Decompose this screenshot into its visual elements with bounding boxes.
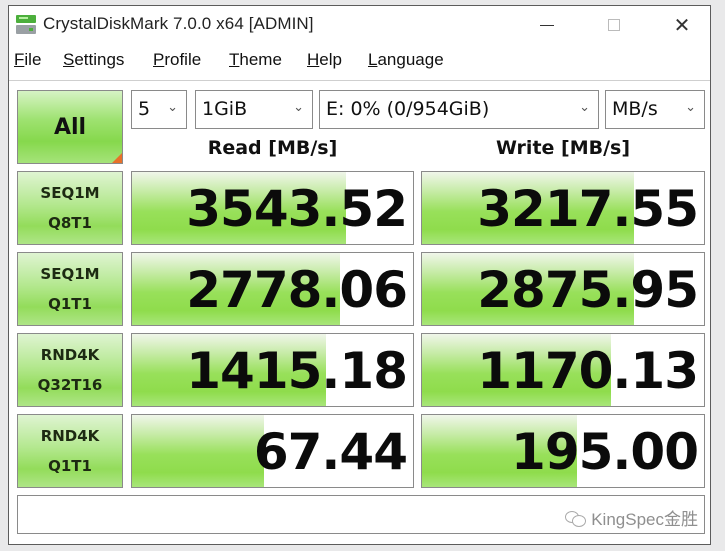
maximize-button[interactable] — [591, 6, 637, 44]
test-button-seq1m-q1t1[interactable]: SEQ1M Q1T1 — [17, 252, 123, 326]
minimize-button[interactable] — [524, 6, 570, 44]
read-bar — [132, 415, 265, 487]
chevron-down-icon: ⌄ — [167, 100, 178, 115]
write-result-rnd4k-q1t1: 195.00 — [421, 414, 705, 488]
close-button[interactable]: ✕ — [659, 6, 705, 44]
corner-indicator-icon — [112, 153, 122, 163]
menu-separator — [9, 80, 710, 81]
all-button-label: All — [53, 114, 87, 140]
minimize-icon — [540, 24, 554, 26]
maximize-icon — [608, 19, 620, 31]
test-button-rnd4k-q32t16[interactable]: RND4K Q32T16 — [17, 333, 123, 407]
read-result-rnd4k-q1t1: 67.44 — [131, 414, 414, 488]
menu-help[interactable]: Help — [307, 50, 342, 70]
app-disk-icon — [16, 15, 36, 35]
write-result-seq1m-q8t1: 3217.55 — [421, 171, 705, 245]
crystaldiskmark-window: CrystalDiskMark 7.0.0 x64 [ADMIN] ✕ File… — [8, 5, 711, 545]
read-result-seq1m-q8t1: 3543.52 — [131, 171, 414, 245]
title-bar: CrystalDiskMark 7.0.0 x64 [ADMIN] ✕ — [9, 6, 710, 44]
read-result-seq1m-q1t1: 2778.06 — [131, 252, 414, 326]
menu-profile[interactable]: Profile — [153, 50, 201, 70]
write-column-header: Write [MB/s] — [495, 137, 631, 159]
menu-theme[interactable]: Theme — [229, 50, 282, 70]
menu-language[interactable]: Language — [368, 50, 444, 70]
drive-select[interactable]: E: 0% (0/954GiB) ⌄ — [319, 90, 599, 129]
comment-input[interactable]: KingSpec金胜 — [17, 495, 705, 534]
chevron-down-icon: ⌄ — [685, 100, 696, 115]
menu-settings[interactable]: Settings — [63, 50, 124, 70]
test-size-select[interactable]: 1GiB ⌄ — [195, 90, 313, 129]
window-title: CrystalDiskMark 7.0.0 x64 [ADMIN] — [43, 14, 314, 33]
chevron-down-icon: ⌄ — [579, 100, 590, 115]
watermark: KingSpec金胜 — [565, 505, 698, 530]
read-result-rnd4k-q32t16: 1415.18 — [131, 333, 414, 407]
read-column-header: Read [MB/s] — [207, 137, 338, 159]
unit-select[interactable]: MB/s ⌄ — [605, 90, 705, 129]
close-icon: ✕ — [673, 13, 691, 37]
menu-file[interactable]: File — [14, 50, 41, 70]
write-result-rnd4k-q32t16: 1170.13 — [421, 333, 705, 407]
wechat-icon — [565, 510, 587, 527]
all-button[interactable]: All — [17, 90, 123, 164]
test-button-seq1m-q8t1[interactable]: SEQ1M Q8T1 — [17, 171, 123, 245]
test-button-rnd4k-q1t1[interactable]: RND4K Q1T1 — [17, 414, 123, 488]
write-result-seq1m-q1t1: 2875.95 — [421, 252, 705, 326]
menu-bar: File Settings Profile Theme Help Languag… — [9, 44, 710, 79]
chevron-down-icon: ⌄ — [293, 100, 304, 115]
test-count-select[interactable]: 5 ⌄ — [131, 90, 187, 129]
